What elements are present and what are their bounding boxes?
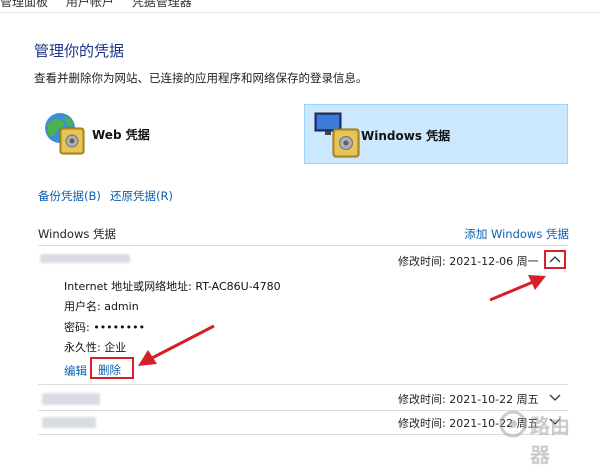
annotation-arrows bbox=[138, 275, 546, 366]
arrow-to-collapse-icon bbox=[489, 275, 546, 302]
watermark-text: 路由器 bbox=[530, 414, 570, 467]
router-logo-icon bbox=[499, 410, 527, 438]
watermark: 路由器 bbox=[498, 406, 584, 467]
arrow-to-delete-icon bbox=[138, 324, 215, 366]
